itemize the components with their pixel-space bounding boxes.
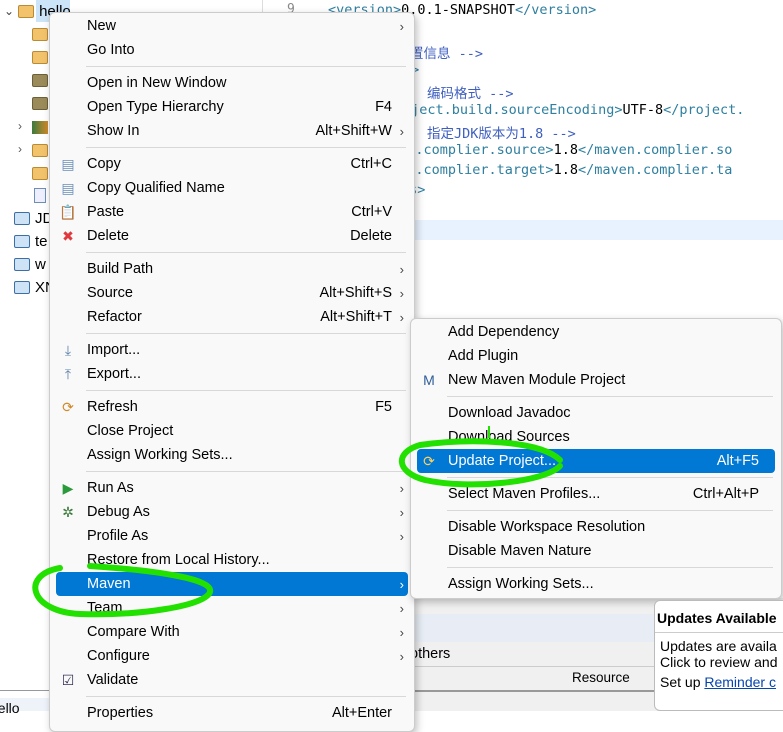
annotation-overlay: [32, 426, 563, 618]
highlight-circle-update-project: [398, 438, 563, 488]
highlight-circle-maven: [32, 563, 213, 618]
